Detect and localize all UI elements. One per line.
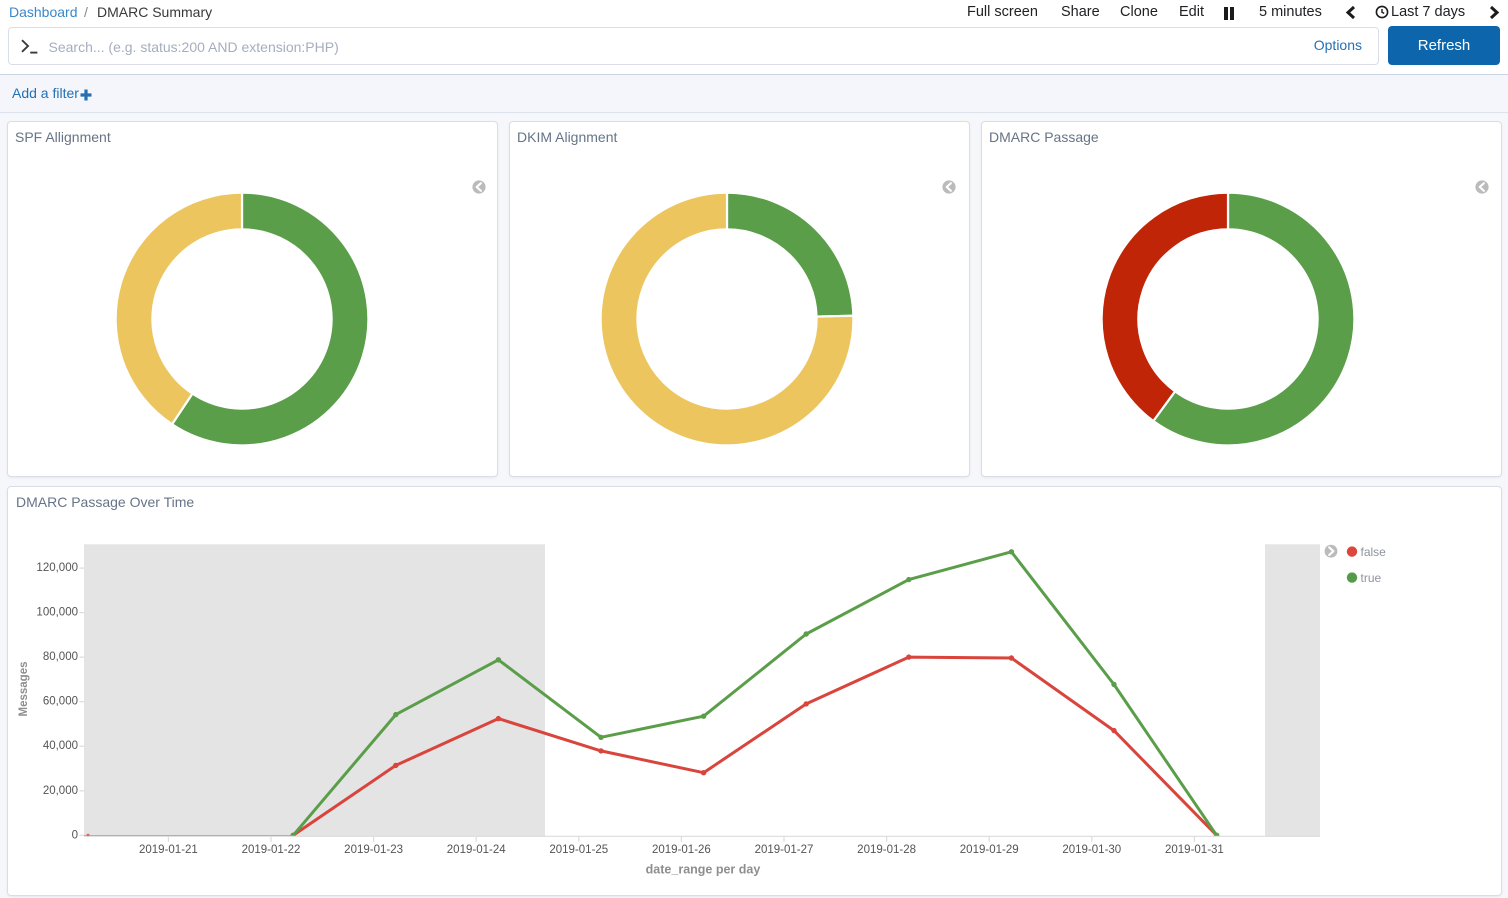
svg-text:2019-01-22: 2019-01-22 [242, 844, 301, 856]
svg-text:date_range per day: date_range per day [646, 863, 761, 877]
svg-text:true: true [1361, 571, 1382, 585]
svg-text:0: 0 [72, 829, 78, 841]
svg-text:2019-01-28: 2019-01-28 [857, 844, 916, 856]
svg-text:40,000: 40,000 [43, 740, 78, 752]
svg-text:Messages: Messages [18, 662, 30, 717]
svg-text:80,000: 80,000 [43, 651, 78, 663]
svg-text:2019-01-25: 2019-01-25 [549, 844, 608, 856]
svg-text:2019-01-24: 2019-01-24 [447, 844, 506, 856]
svg-text:2019-01-23: 2019-01-23 [344, 844, 403, 856]
svg-text:2019-01-21: 2019-01-21 [139, 844, 198, 856]
svg-text:2019-01-31: 2019-01-31 [1165, 844, 1224, 856]
svg-text:false: false [1361, 545, 1387, 559]
svg-text:2019-01-29: 2019-01-29 [960, 844, 1019, 856]
svg-text:2019-01-27: 2019-01-27 [755, 844, 814, 856]
svg-text:60,000: 60,000 [43, 696, 78, 708]
svg-text:100,000: 100,000 [36, 607, 78, 619]
svg-text:2019-01-26: 2019-01-26 [652, 844, 711, 856]
svg-text:20,000: 20,000 [43, 785, 78, 797]
svg-text:120,000: 120,000 [36, 562, 78, 574]
svg-text:2019-01-30: 2019-01-30 [1062, 844, 1121, 856]
